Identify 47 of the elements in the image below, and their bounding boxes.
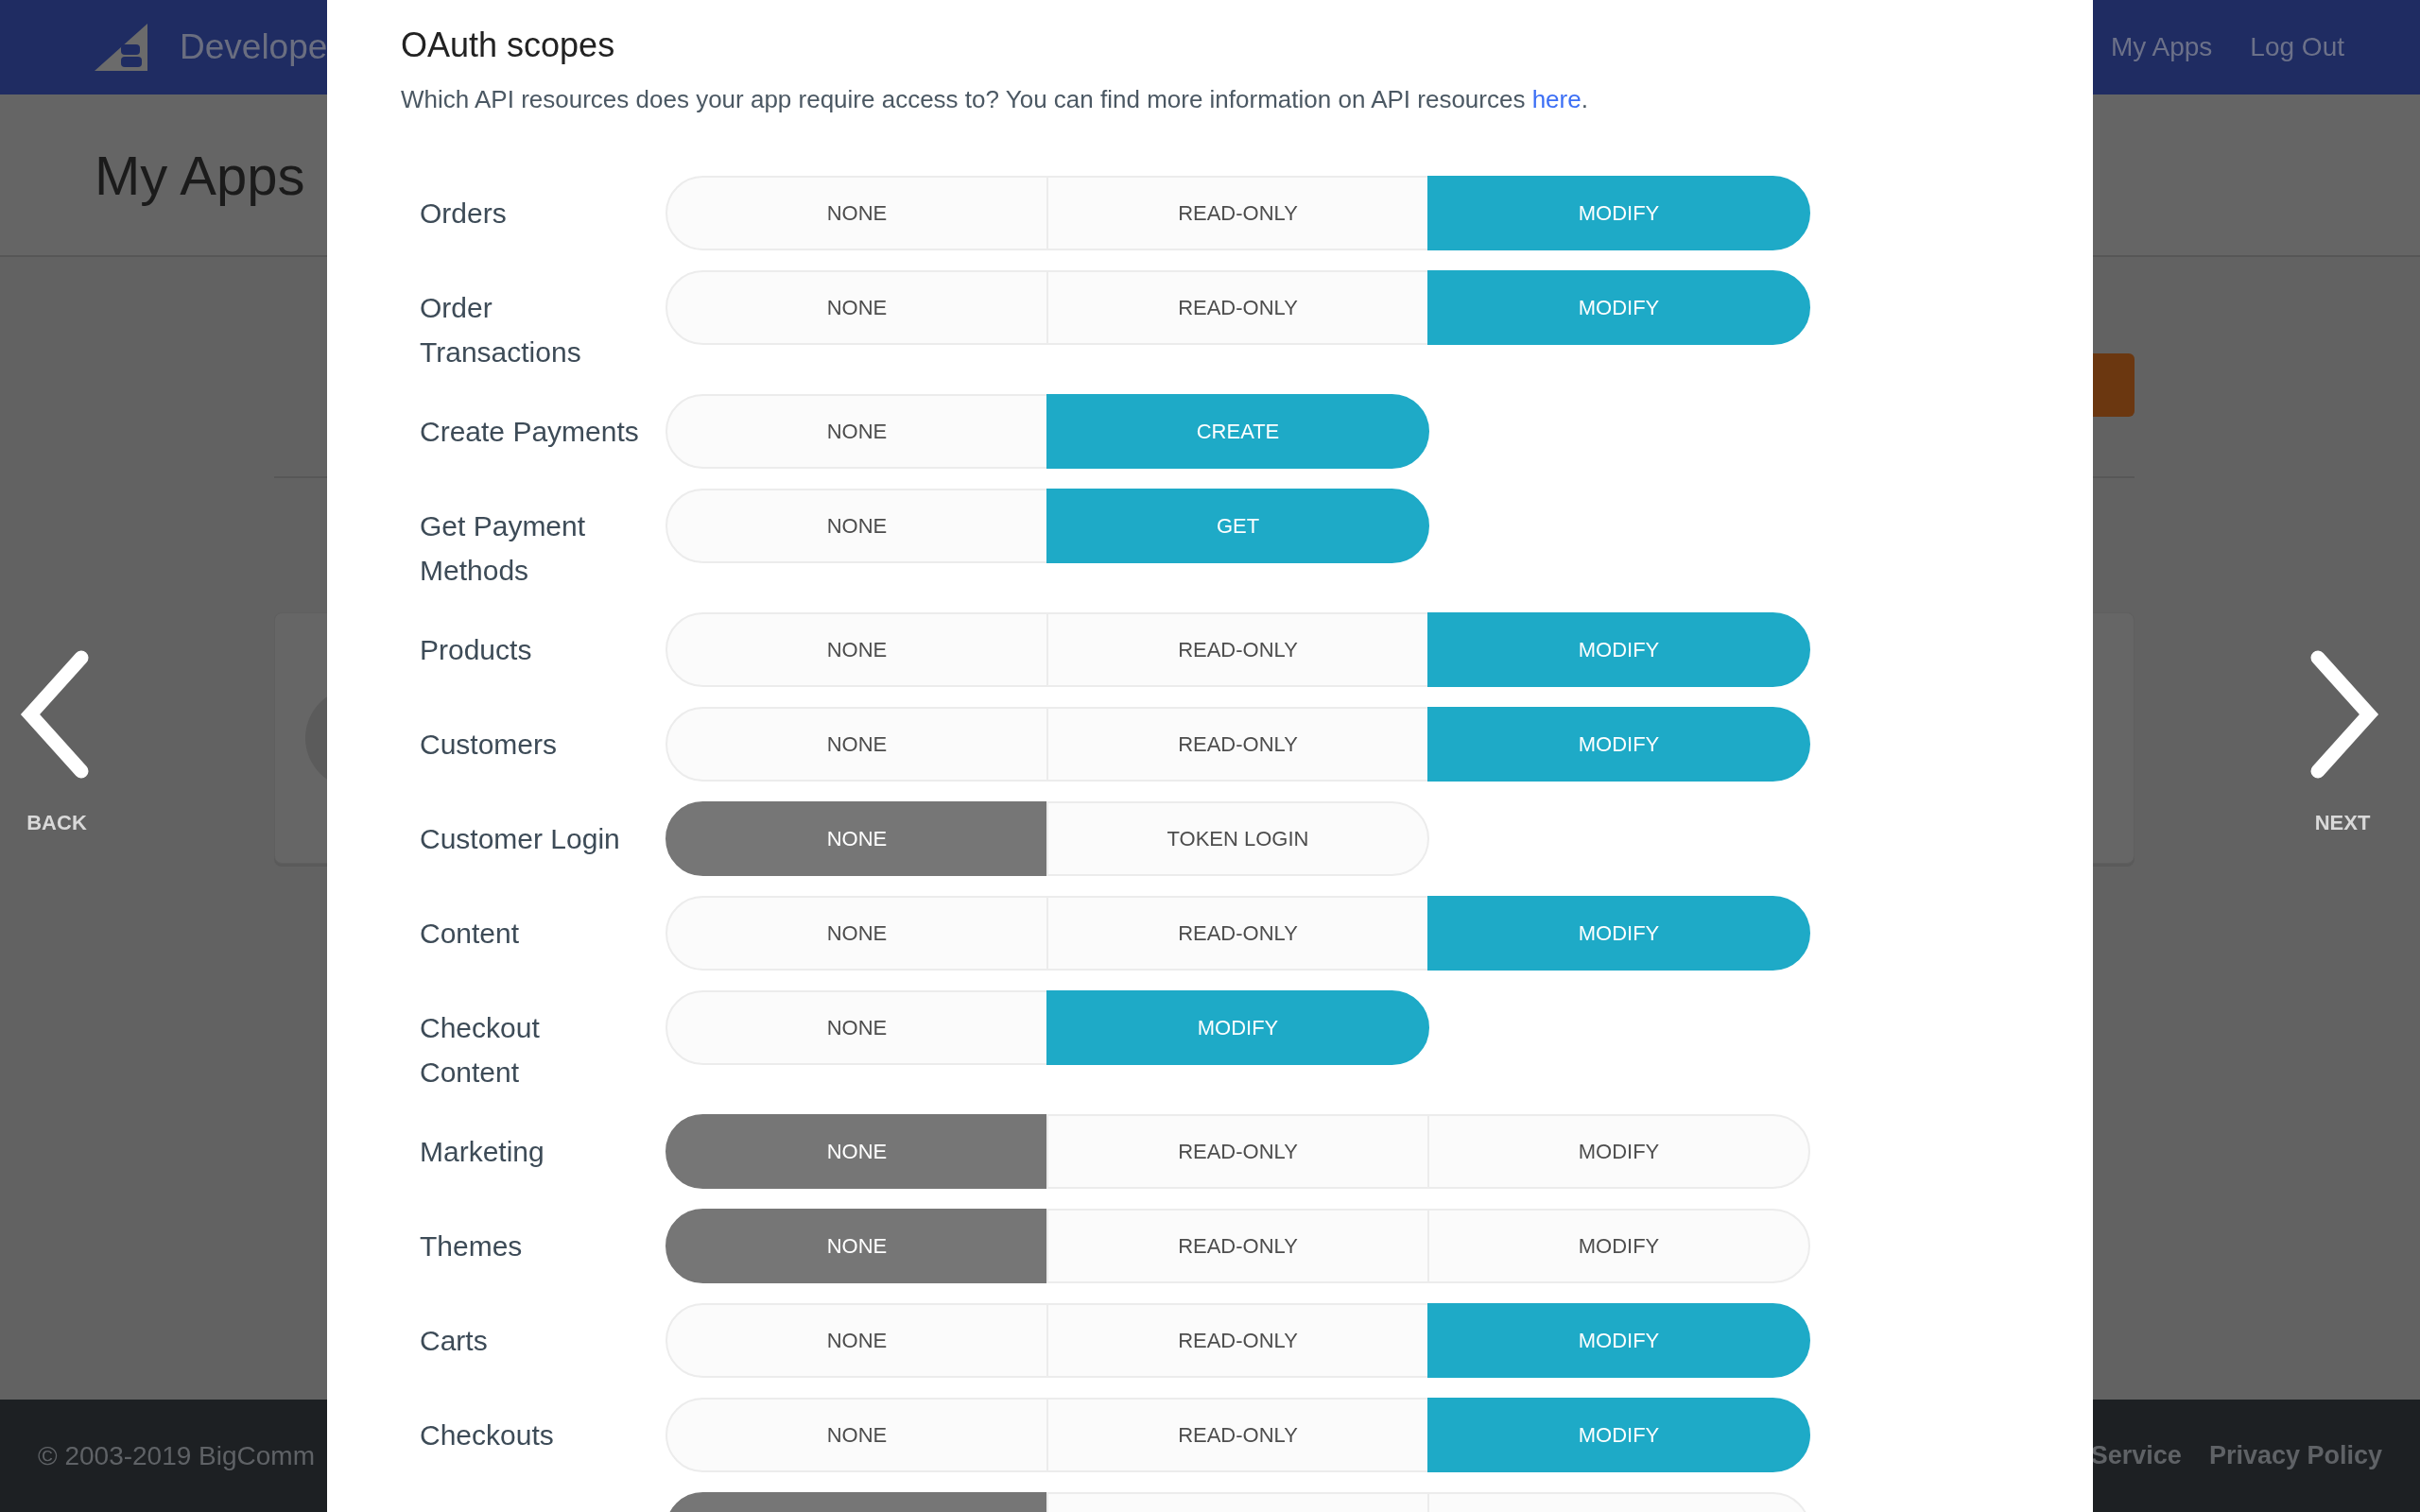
copyright-text: © 2003-2019 BigComm <box>38 1440 315 1471</box>
scope-label: Themes <box>420 1229 524 1263</box>
scope-label: Checkout Content <box>420 1011 541 1090</box>
option-button[interactable]: READ-ONLY <box>1046 1114 1429 1189</box>
option-button[interactable]: MODIFY <box>1427 1209 1810 1283</box>
option-button[interactable]: NONE <box>666 176 1048 250</box>
option-button[interactable]: NONE <box>666 612 1048 687</box>
option-button[interactable]: NONE <box>666 394 1048 469</box>
next-button[interactable]: NEXT <box>2303 650 2382 835</box>
scope-label: Get Payment Methods <box>420 509 587 588</box>
scope-label: Orders <box>420 197 508 231</box>
scope-label: Content <box>420 917 521 951</box>
option-button[interactable]: NONE <box>666 1209 1048 1283</box>
scope-label: Checkouts <box>420 1418 555 1452</box>
option-button[interactable]: TOKEN LOGIN <box>1046 801 1429 876</box>
scope-label: Marketing <box>420 1135 545 1169</box>
resources-link[interactable]: here <box>1531 85 1582 113</box>
option-button[interactable]: READ-ONLY <box>1046 176 1429 250</box>
option-button[interactable]: NONE <box>666 489 1048 563</box>
option-button[interactable]: NONE <box>666 990 1048 1065</box>
scope-label: Customer Login <box>420 822 621 856</box>
option-button[interactable]: NONE <box>666 1303 1048 1378</box>
dialog-title: OAuth scopes <box>401 25 616 66</box>
option-button[interactable]: READ-ONLY <box>1046 270 1429 345</box>
option-button[interactable]: READ-ONLY <box>1046 707 1429 782</box>
scope-label: Order Transactions <box>420 291 582 369</box>
page-title: My Apps <box>95 143 305 207</box>
option-button[interactable]: NONE <box>666 896 1048 971</box>
option-button[interactable]: READ-ONLY <box>1046 612 1429 687</box>
option-button[interactable]: READ-ONLY <box>1046 1398 1429 1472</box>
scope-label: Create Payments <box>420 415 640 449</box>
scope-label: Products <box>420 633 533 667</box>
option-button[interactable]: NONE <box>666 1114 1048 1189</box>
option-button[interactable]: NONE <box>666 270 1048 345</box>
logo-icon <box>95 24 147 71</box>
option-button[interactable]: NONE <box>666 1398 1048 1472</box>
option-button[interactable]: READ-ONLY <box>1046 1303 1429 1378</box>
option-button[interactable]: READ-ONLY <box>1046 1209 1429 1283</box>
option-button[interactable]: READ-ONLY <box>1046 896 1429 971</box>
brand-name: Develope <box>180 27 328 67</box>
option-button[interactable]: MODIFY <box>1427 1114 1810 1189</box>
scopes-description: Which API resources does your app require access to? You can find more information on API resources here. <box>401 84 1589 115</box>
back-button[interactable]: BACK <box>17 650 96 835</box>
scope-label: Carts <box>420 1324 489 1358</box>
option-button[interactable]: NONE <box>666 707 1048 782</box>
scope-label: Customers <box>420 728 559 762</box>
option-button[interactable]: NONE <box>666 801 1048 876</box>
